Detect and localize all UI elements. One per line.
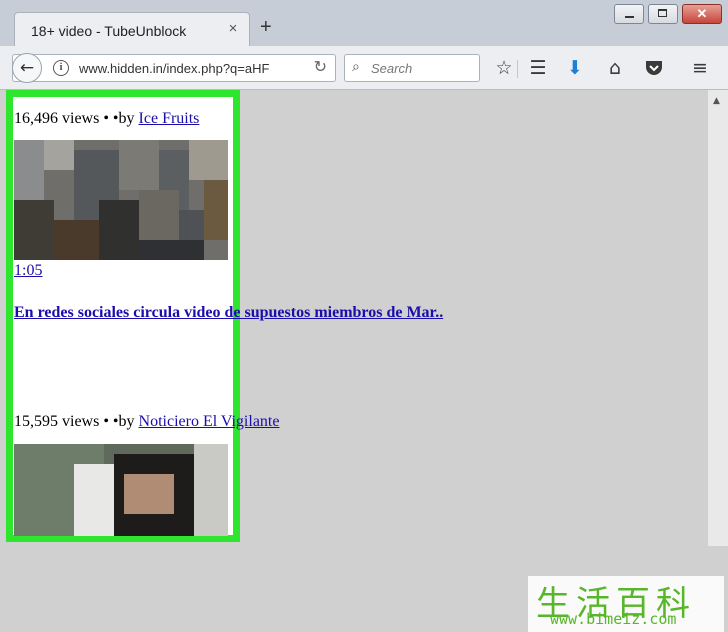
views-text: 16,496 views • •by xyxy=(14,110,139,127)
minimize-icon xyxy=(615,5,643,23)
author-link[interactable]: Ice Fruits xyxy=(139,110,200,127)
search-input[interactable]: ⌕ Search xyxy=(344,54,480,82)
hamburger-menu-icon[interactable]: ≡ xyxy=(688,56,712,80)
pixel-block xyxy=(119,140,159,190)
pixel-block xyxy=(74,464,114,536)
pixel-block xyxy=(139,190,179,240)
search-icon: ⌕ xyxy=(352,59,360,75)
tab-title: 18+ video - TubeUnblock xyxy=(31,23,187,39)
pixel-block xyxy=(179,210,204,240)
navigation-toolbar: ← i www.hidden.in/index.php?q=aHF ↻ ⌕ Se… xyxy=(0,46,728,90)
new-tab-button[interactable]: + xyxy=(260,17,272,37)
maximize-icon xyxy=(649,5,677,23)
pixel-block xyxy=(54,220,99,260)
author-link[interactable]: Noticiero El Vigilante xyxy=(139,413,280,430)
video-thumbnail[interactable] xyxy=(14,140,228,260)
pixel-block xyxy=(99,200,139,260)
url-bar[interactable]: ← i www.hidden.in/index.php?q=aHF ↻ xyxy=(12,53,336,83)
close-tab-icon[interactable]: × xyxy=(225,21,241,37)
video-thumbnail[interactable] xyxy=(14,444,228,536)
download-icon[interactable]: ⬇ xyxy=(563,56,587,80)
video-meta: 16,496 views • •by Ice Fruits xyxy=(14,110,199,128)
video-title-link[interactable]: En redes sociales circula video de supue… xyxy=(14,304,443,322)
bookmark-star-icon[interactable]: ☆ xyxy=(492,56,516,80)
search-placeholder: Search xyxy=(371,61,413,76)
toolbar-separator xyxy=(517,60,518,78)
reading-list-icon[interactable]: ☰ xyxy=(526,56,550,80)
pixel-block xyxy=(14,140,44,200)
video-duration-link[interactable]: 1:05 xyxy=(14,262,42,280)
scroll-up-icon[interactable]: ▲ xyxy=(713,96,720,106)
watermark-url: www.bimeiz.com xyxy=(550,610,677,628)
maximize-button[interactable] xyxy=(648,4,678,24)
back-button[interactable]: ← xyxy=(12,53,42,83)
close-icon: ✕ xyxy=(696,6,708,21)
minimize-button[interactable] xyxy=(614,4,644,24)
url-text[interactable]: www.hidden.in/index.php?q=aHF xyxy=(79,61,269,76)
pixel-block xyxy=(204,180,228,240)
video-meta: 15,595 views • •by Noticiero El Vigilant… xyxy=(14,413,279,431)
pocket-icon[interactable] xyxy=(642,56,666,80)
title-bar: 18+ video - TubeUnblock × + ✕ xyxy=(0,0,728,48)
pixel-block xyxy=(14,200,54,260)
reload-icon[interactable]: ↻ xyxy=(314,57,327,76)
browser-tab[interactable]: 18+ video - TubeUnblock × xyxy=(14,12,250,48)
page-content: 16,496 views • •by Ice Fruits 1:05 En re… xyxy=(0,90,724,632)
pixel-block xyxy=(194,444,228,536)
home-icon[interactable]: ⌂ xyxy=(603,56,627,80)
pixel-block xyxy=(124,474,174,514)
pixel-block xyxy=(139,240,204,260)
info-icon[interactable]: i xyxy=(53,60,69,76)
vertical-scrollbar[interactable]: ▲ xyxy=(708,90,728,546)
close-window-button[interactable]: ✕ xyxy=(682,4,722,24)
pixel-block xyxy=(189,140,228,180)
watermark: 生活百科 www.bimeiz.com xyxy=(528,576,724,632)
views-text: 15,595 views • •by xyxy=(14,413,139,430)
pixel-block xyxy=(44,140,74,170)
